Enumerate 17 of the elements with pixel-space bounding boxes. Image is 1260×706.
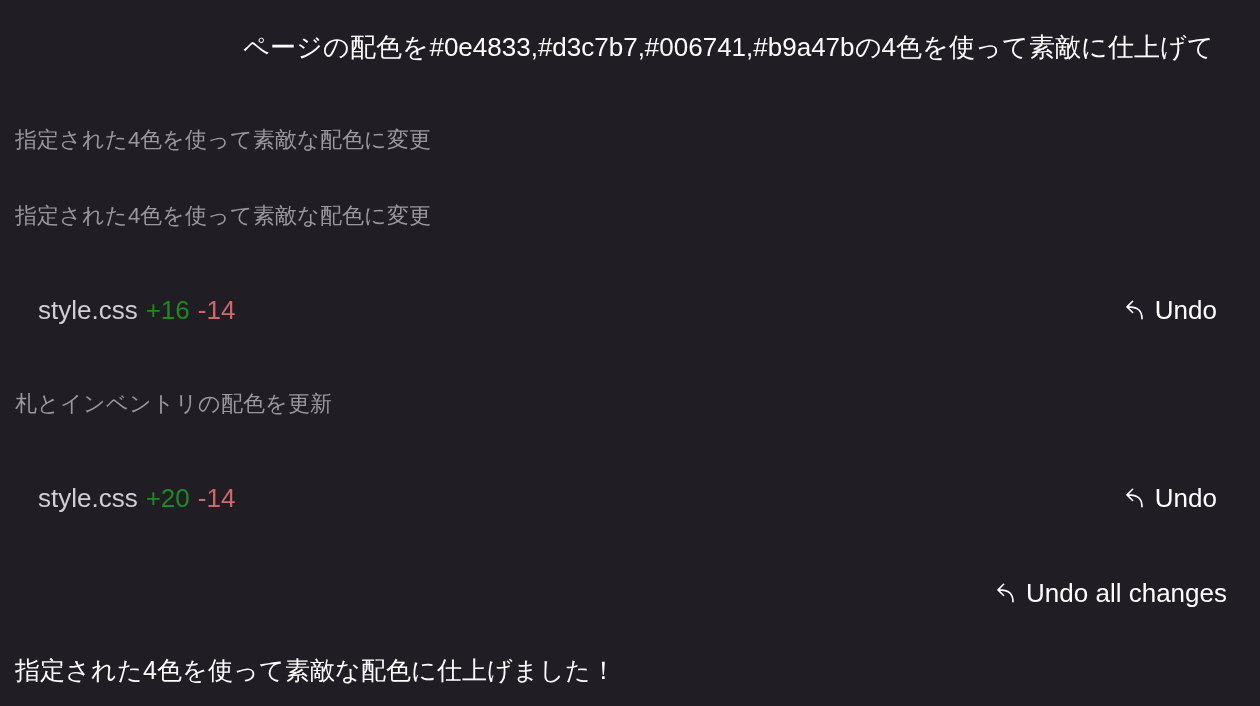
- step-note: 札とインベントリの配色を更新: [15, 390, 332, 418]
- deletions-count: -14: [197, 482, 236, 514]
- undo-arrow-icon: [996, 583, 1016, 603]
- additions-count: +20: [145, 482, 190, 514]
- additions-count: +16: [145, 294, 190, 326]
- user-message: ページの配色を#0e4833,#d3c7b7,#006741,#b9a47bの4色を使って素敵に仕上げて: [243, 31, 1214, 63]
- file-name: style.css: [38, 294, 138, 326]
- file-name: style.css: [38, 482, 138, 514]
- undo-button[interactable]: Undo: [1124, 294, 1217, 326]
- undo-arrow-icon: [1124, 488, 1144, 508]
- undo-arrow-icon: [1124, 300, 1144, 320]
- undo-button[interactable]: Undo: [1124, 482, 1217, 514]
- assistant-message: 指定された4色を使って素敵な配色に仕上げました！: [15, 655, 616, 686]
- step-note: 指定された4色を使って素敵な配色に変更: [15, 126, 432, 154]
- deletions-count: -14: [197, 294, 236, 326]
- step-note: 指定された4色を使って素敵な配色に変更: [15, 202, 432, 230]
- undo-all-button[interactable]: Undo all changes: [996, 577, 1227, 609]
